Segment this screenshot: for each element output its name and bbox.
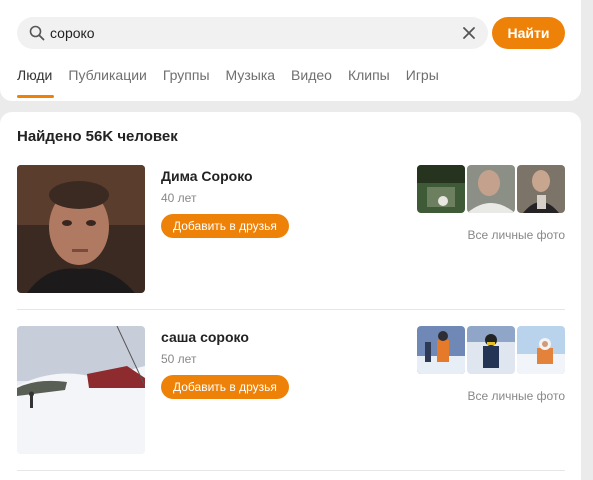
search-box[interactable]: [17, 17, 488, 49]
tab-publications[interactable]: Публикации: [68, 66, 146, 102]
photo-thumbnails: [417, 326, 565, 374]
photo-thumbnail[interactable]: [467, 326, 515, 374]
tab-music[interactable]: Музыка: [226, 66, 276, 102]
person-name[interactable]: Дима Сороко: [161, 168, 253, 184]
tab-people[interactable]: Люди: [17, 66, 55, 102]
find-button[interactable]: Найти: [492, 17, 565, 49]
photo-thumbnails: [417, 165, 565, 213]
tab-games[interactable]: Игры: [406, 66, 439, 102]
add-friend-button[interactable]: Добавить в друзья: [161, 375, 289, 399]
person-card: саша сороко 50 лет Добавить в друзья Все…: [17, 326, 565, 470]
divider: [17, 470, 565, 471]
tab-clips[interactable]: Клипы: [348, 66, 390, 102]
photo-thumbnail[interactable]: [517, 326, 565, 374]
search-icon: [29, 25, 45, 41]
search-tabs: Люди Публикации Группы Музыка Видео Клип…: [17, 66, 455, 102]
divider: [17, 309, 565, 310]
photo-thumbnail[interactable]: [417, 165, 465, 213]
search-input[interactable]: [50, 17, 450, 49]
all-photos-link[interactable]: Все личные фото: [467, 228, 565, 242]
all-photos-link[interactable]: Все личные фото: [467, 389, 565, 403]
person-card: Дима Сороко 40 лет Добавить в друзья Все…: [17, 165, 565, 309]
avatar[interactable]: [17, 326, 145, 454]
person-age: 50 лет: [161, 352, 197, 366]
search-header: Найти Люди Публикации Группы Музыка Виде…: [0, 0, 581, 101]
avatar[interactable]: [17, 165, 145, 293]
tab-video[interactable]: Видео: [291, 66, 332, 102]
photo-thumbnail[interactable]: [467, 165, 515, 213]
person-age: 40 лет: [161, 191, 197, 205]
photo-thumbnail[interactable]: [517, 165, 565, 213]
photo-thumbnail[interactable]: [417, 326, 465, 374]
tab-groups[interactable]: Группы: [163, 66, 210, 102]
person-name[interactable]: саша сороко: [161, 329, 249, 345]
results-heading: Найдено 56K человек: [17, 128, 178, 145]
close-icon[interactable]: [462, 26, 476, 40]
add-friend-button[interactable]: Добавить в друзья: [161, 214, 289, 238]
results-card: Найдено 56K человек Дима Сороко 40 лет Д…: [0, 112, 581, 480]
